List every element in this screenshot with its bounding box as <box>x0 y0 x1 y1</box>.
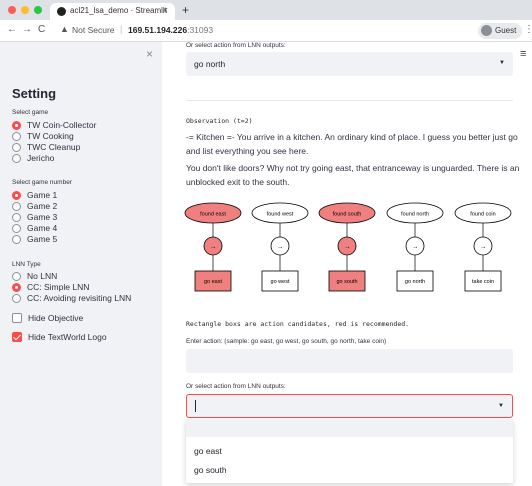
dropdown-option[interactable]: go south <box>194 465 227 475</box>
fact-label: found east <box>200 212 226 218</box>
action-label: go west <box>271 279 290 285</box>
operator-label: → <box>480 244 487 251</box>
checkbox-box[interactable] <box>12 332 22 342</box>
url-text: 169.51.194.226:31093 <box>128 25 213 35</box>
url-host: 169.51.194.226 <box>128 25 188 35</box>
game-number-option-label: Game 4 <box>27 223 58 233</box>
game-option-label: TWC Cleanup <box>27 142 81 152</box>
fact-label: found west <box>267 212 294 218</box>
maximize-window-button[interactable] <box>34 6 42 14</box>
operator-label: → <box>412 244 419 251</box>
bottom-select-label: Or select action from LNN outputs: <box>186 383 286 390</box>
radio-button[interactable] <box>12 191 21 200</box>
tab-title: acl21_lsa_demo · Streamlit <box>70 6 167 15</box>
fact-label: found coin <box>470 212 495 218</box>
dropdown-option[interactable]: go east <box>194 446 222 456</box>
main-content: ≡ Or select action from LNN outputs: go … <box>162 42 532 486</box>
game-number-option-label: Game 3 <box>27 212 58 222</box>
radio-button[interactable] <box>12 121 21 130</box>
radio-button[interactable] <box>12 154 21 163</box>
radio-button[interactable] <box>12 283 21 292</box>
lnn-type-option-label: CC: Avoiding revisiting LNN <box>27 293 132 303</box>
browser-menu-icon[interactable]: ⋮ <box>524 24 532 35</box>
guest-profile-button[interactable]: Guest <box>478 23 522 39</box>
action-label: go east <box>204 279 223 285</box>
radio-button[interactable] <box>12 132 21 141</box>
game-option-label: TW Coin-Collector <box>27 120 97 130</box>
enter-action-label: Enter action: (sample: go east, go west,… <box>186 338 387 345</box>
back-arrow-icon[interactable]: ← <box>7 24 17 35</box>
sidebar: × Setting Select game TW Coin-Collector T… <box>0 42 162 486</box>
chevron-down-icon: ▼ <box>498 403 504 409</box>
radio-button[interactable] <box>12 202 21 211</box>
game-number-option-label: Game 1 <box>27 190 58 200</box>
observation-paragraph-2: You don't like doors? Why not try going … <box>186 163 520 187</box>
observation-heading: Observation (t=2) <box>186 117 253 125</box>
select-game-number-label: Select game number <box>12 179 72 186</box>
diagram-note: Rectangle boxs are action candidates, re… <box>186 320 410 328</box>
radio-button[interactable] <box>12 294 21 303</box>
operator-label: → <box>344 244 351 251</box>
lnn-type-option-label: CC: Simple LNN <box>27 282 90 292</box>
sidebar-close-icon[interactable]: × <box>146 47 153 61</box>
select-game-label: Select game <box>12 109 49 116</box>
radio-button[interactable] <box>12 143 21 152</box>
game-number-option-label: Game 5 <box>27 234 58 244</box>
hide-logo-label: Hide TextWorld Logo <box>28 332 107 342</box>
radio-button[interactable] <box>12 235 21 244</box>
checkbox-box[interactable] <box>12 313 22 323</box>
streamlit-favicon-icon <box>57 7 66 16</box>
bottom-action-select[interactable]: ▼ <box>186 394 513 418</box>
text-cursor <box>195 400 196 412</box>
new-tab-button[interactable]: + <box>182 3 189 17</box>
radio-button[interactable] <box>12 272 21 281</box>
game-number-option-label: Game 2 <box>27 201 58 211</box>
sidebar-title: Setting <box>12 86 57 101</box>
minimize-window-button[interactable] <box>21 6 29 14</box>
tab-close-icon[interactable]: × <box>163 5 168 15</box>
action-label: go north <box>405 279 425 285</box>
operator-label: → <box>277 244 284 251</box>
forward-arrow-icon[interactable]: → <box>22 24 32 35</box>
operator-label: → <box>210 244 217 251</box>
lnn-type-option-label: No LNN <box>27 271 58 281</box>
warning-icon: ▲ <box>60 24 69 34</box>
observation-paragraph-1: -= Kitchen =- You arrive in a kitchen. A… <box>186 132 518 156</box>
url-field[interactable]: ▲ Not Secure | 169.51.194.226:31093 <box>58 23 468 39</box>
divider <box>186 100 513 101</box>
lnn-type-label: LNN Type <box>12 261 41 268</box>
top-select-value: go north <box>194 59 226 69</box>
address-bar: ← → C ▲ Not Secure | 169.51.194.226:3109… <box>0 20 532 42</box>
close-window-button[interactable] <box>8 6 16 14</box>
game-option-label: Jericho <box>27 153 55 163</box>
not-secure-label: Not Secure <box>72 25 115 35</box>
radio-button[interactable] <box>12 213 21 222</box>
action-dropdown-menu: go east go south <box>186 419 513 483</box>
radio-button[interactable] <box>12 224 21 233</box>
game-option-label: TW Cooking <box>27 131 74 141</box>
browser-tab[interactable]: acl21_lsa_demo · Streamlit × <box>50 3 175 20</box>
fact-label: found south <box>333 212 362 218</box>
avatar-icon <box>481 25 492 36</box>
dropdown-option-empty[interactable] <box>186 419 513 437</box>
action-label: go south <box>336 279 357 285</box>
hamburger-menu-icon[interactable]: ≡ <box>520 48 526 60</box>
hide-objective-label: Hide Objective <box>28 313 84 323</box>
top-select-label: Or select action from LNN outputs: <box>186 42 286 49</box>
chevron-down-icon: ▼ <box>499 60 505 66</box>
fact-label: found north <box>401 212 429 218</box>
guest-label: Guest <box>495 26 517 35</box>
url-separator: | <box>120 24 123 34</box>
lnn-diagram: found east → go east found west → go west foun… <box>184 202 512 292</box>
action-label: take coin <box>472 279 494 285</box>
reload-icon[interactable]: C <box>38 24 45 35</box>
browser-titlebar: acl21_lsa_demo · Streamlit × + <box>0 0 532 20</box>
top-action-select[interactable]: go north ▼ <box>186 52 513 76</box>
action-text-input[interactable] <box>186 349 513 373</box>
url-port: :31093 <box>187 25 214 35</box>
